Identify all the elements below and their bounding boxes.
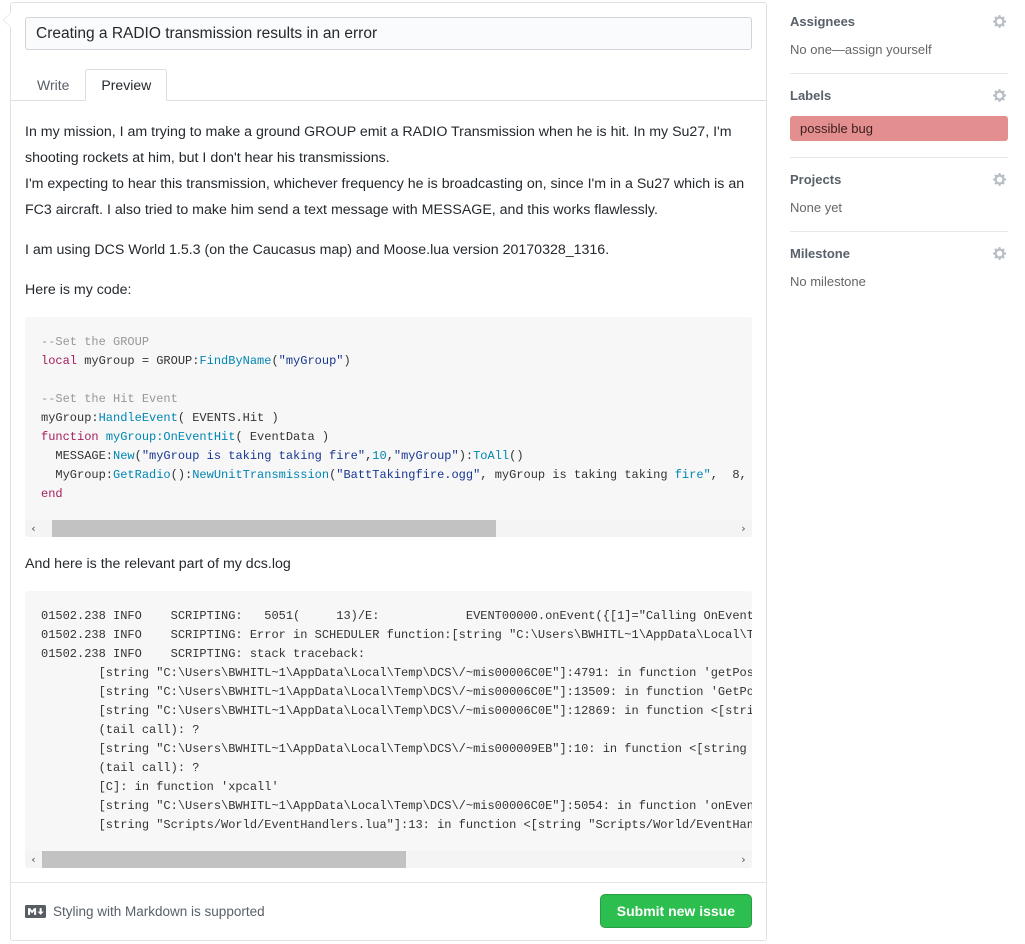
assignees-heading: Assignees (790, 14, 855, 29)
issue-sidebar: Assignees No one—assign yourself Labels … (790, 0, 1008, 305)
scrollbar-thumb[interactable] (52, 520, 496, 537)
scrollbar-thumb[interactable] (42, 851, 406, 868)
issue-form-footer: Styling with Markdown is supported Submi… (11, 882, 766, 940)
scroll-left-icon[interactable]: ‹ (25, 851, 42, 868)
issue-body-paragraph-3: Here is my code: (25, 277, 752, 303)
milestone-heading: Milestone (790, 246, 850, 261)
log-code-block: 01502.238 INFO SCRIPTING: 5051( 13)/E: E… (25, 591, 752, 868)
projects-heading: Projects (790, 172, 841, 187)
markdown-supported-note: Styling with Markdown is supported (25, 904, 265, 919)
issue-body-paragraph-1: In my mission, I am trying to make a gro… (25, 119, 752, 223)
comment-caret-inner (4, 12, 12, 28)
new-issue-card: WritePreview In my mission, I am trying … (10, 2, 767, 941)
new-issue-page: { "issue": { "title": "Creating a RADIO … (0, 0, 1025, 944)
assignees-value[interactable]: No one—assign yourself (790, 42, 1008, 57)
write-preview-tabbar: WritePreview (11, 68, 766, 101)
assignees-gear-icon[interactable] (993, 14, 1008, 29)
projects-gear-icon[interactable] (993, 172, 1008, 187)
labels-heading: Labels (790, 88, 831, 103)
sidebar-section-projects: Projects None yet (790, 158, 1008, 232)
issue-title-input[interactable] (25, 17, 752, 50)
log-horizontal-scrollbar[interactable]: ‹ › (25, 851, 752, 868)
scrollbar-track[interactable] (42, 520, 735, 537)
issue-body-paragraph-2: I am using DCS World 1.5.3 (on the Cauca… (25, 237, 752, 263)
tab-write[interactable]: Write (21, 69, 85, 101)
scrollbar-track[interactable] (42, 851, 735, 868)
preview-body: In my mission, I am trying to make a gro… (11, 101, 766, 868)
projects-value: None yet (790, 200, 1008, 215)
labels-gear-icon[interactable] (993, 88, 1008, 103)
markdown-icon (25, 905, 46, 918)
scroll-right-icon[interactable]: › (735, 851, 752, 868)
scroll-right-icon[interactable]: › (735, 520, 752, 537)
tab-preview[interactable]: Preview (85, 69, 167, 101)
submit-new-issue-button[interactable]: Submit new issue (600, 894, 752, 928)
dcs-log: 01502.238 INFO SCRIPTING: 5051( 13)/E: E… (25, 591, 752, 851)
issue-body-paragraph-4: And here is the relevant part of my dcs.… (25, 551, 752, 577)
scroll-left-icon[interactable]: ‹ (25, 520, 42, 537)
lua-code-block: --Set the GROUPlocal myGroup = GROUP:Fin… (25, 317, 752, 537)
lua-code: --Set the GROUPlocal myGroup = GROUP:Fin… (25, 317, 752, 520)
code-horizontal-scrollbar[interactable]: ‹ › (25, 520, 752, 537)
sidebar-section-milestone: Milestone No milestone (790, 232, 1008, 305)
milestone-gear-icon[interactable] (993, 246, 1008, 261)
sidebar-section-assignees: Assignees No one—assign yourself (790, 0, 1008, 74)
milestone-value: No milestone (790, 274, 1008, 289)
label-possible-bug[interactable]: possible bug (790, 116, 1008, 141)
markdown-note-text: Styling with Markdown is supported (53, 904, 265, 919)
sidebar-section-labels: Labels possible bug (790, 74, 1008, 158)
